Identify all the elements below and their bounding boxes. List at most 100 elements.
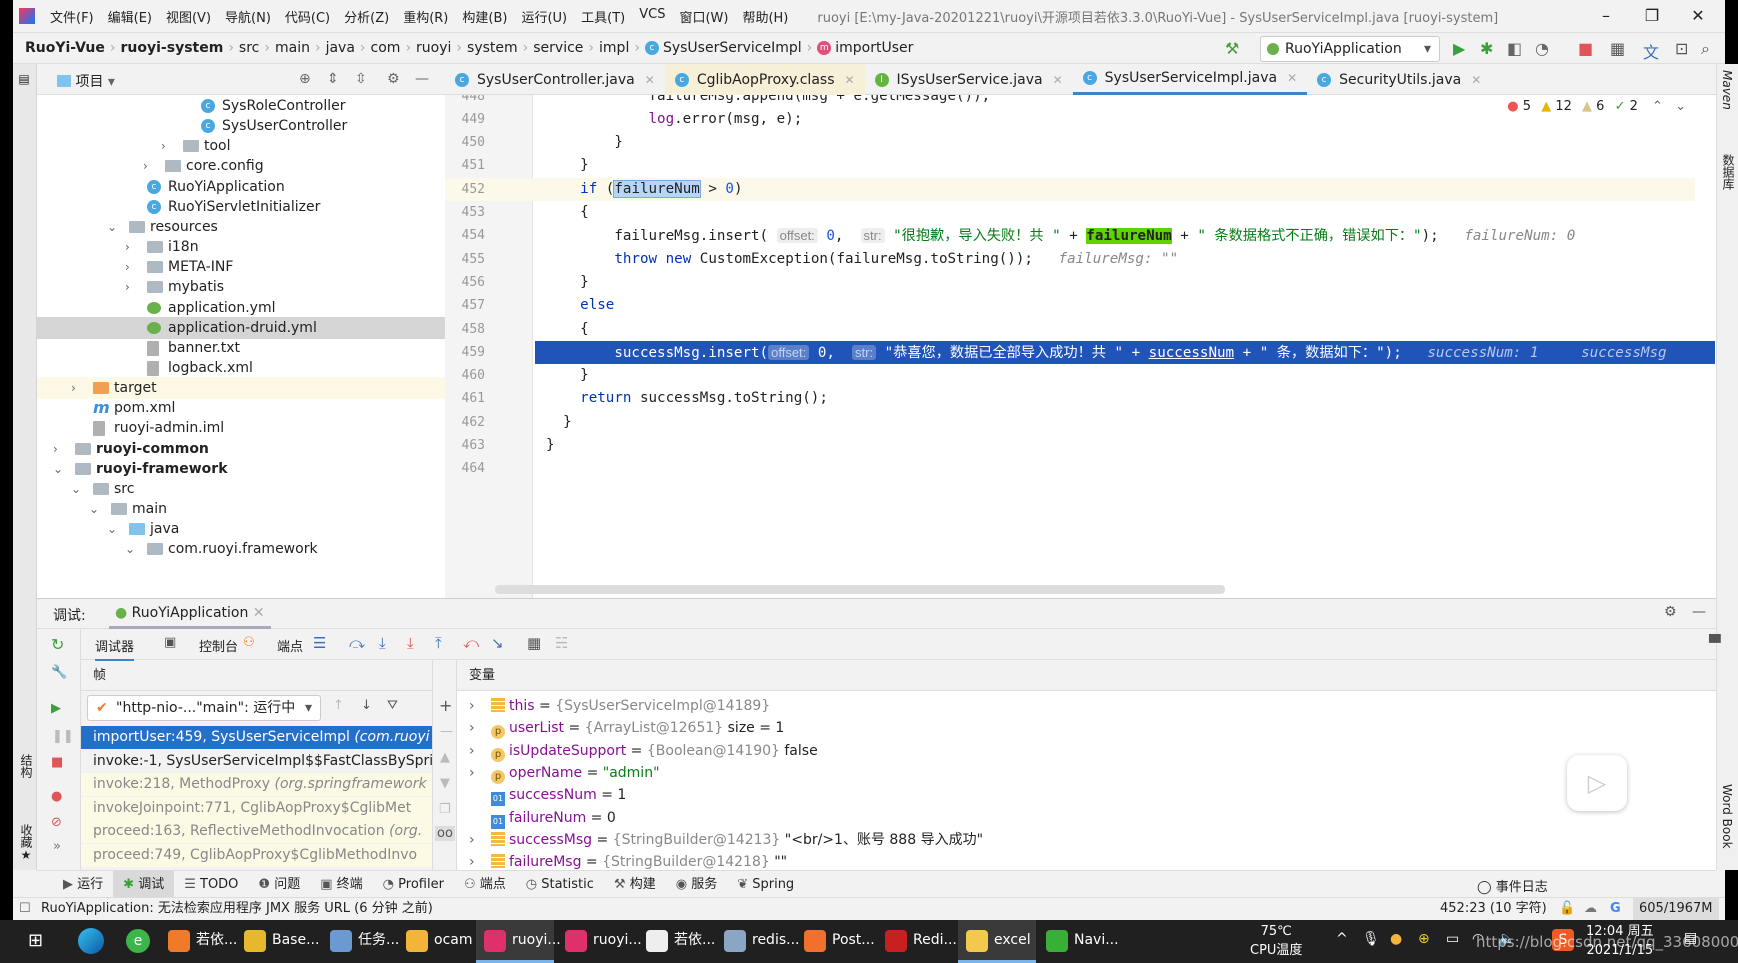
expand-all-icon[interactable]: ⇕ (327, 71, 339, 87)
google-translate-icon[interactable]: G (1610, 898, 1621, 920)
toolwindow-services[interactable]: ◉ 服务 (666, 871, 728, 898)
menu-item[interactable]: 窗口(W) (672, 7, 735, 26)
taskbar-item[interactable]: 若依... (638, 920, 716, 963)
chevron-right-icon[interactable]: › (143, 155, 148, 177)
expand-arrow-icon[interactable]: › (469, 762, 491, 784)
taskbar-item[interactable]: Base... (236, 920, 319, 963)
line-number[interactable]: 450 (445, 131, 485, 154)
chevron-right-icon[interactable]: › (125, 236, 130, 258)
drop-frame-icon[interactable]: ⤺ (463, 634, 479, 652)
tab-endpoints[interactable]: 端点 (277, 636, 303, 655)
force-step-into-icon[interactable]: ⤓ (407, 634, 414, 652)
code-editor[interactable]: 448 failureMsg.append(msg + e.getMessage… (445, 95, 1716, 598)
line-number[interactable]: 457 (445, 294, 485, 317)
breadcrumb-item[interactable]: ruoyi-system (121, 40, 224, 56)
line-number[interactable]: 464 (445, 457, 485, 480)
toolwindow-todo[interactable]: ☰ TODO (174, 871, 248, 898)
gear-icon[interactable]: ⚙ (1664, 604, 1677, 620)
breadcrumb-item[interactable]: m importUser (817, 40, 913, 56)
tree-item[interactable]: ⌄ java (37, 518, 445, 540)
toolwindow-terminal[interactable]: ▣ 终端 (310, 871, 372, 898)
battery-icon[interactable]: ▭ (1446, 931, 1459, 947)
line-number[interactable]: 449 (445, 108, 485, 131)
hide-panel-icon[interactable]: — (415, 71, 429, 87)
lock-icon[interactable]: 🔓 (1559, 898, 1575, 920)
event-log-button[interactable]: ◯ 事件日志 (1477, 876, 1548, 895)
status-message[interactable]: RuoYiApplication: 无法检索应用程序 JMX 服务 URL (6… (41, 898, 433, 920)
build-hammer-icon[interactable]: ⚒ (1225, 39, 1239, 58)
toolwindow-build[interactable]: ⚒ 构建 (604, 871, 666, 898)
taskbar-item[interactable]: Redi... (877, 920, 957, 963)
menu-item[interactable]: 代码(C) (278, 7, 337, 26)
tree-item[interactable]: › mybatis (37, 276, 445, 298)
toolwindow-problems[interactable]: ❶ 问题 (248, 871, 310, 898)
menu-item[interactable]: 帮助(H) (735, 7, 795, 26)
step-out-icon[interactable]: ⤒ (435, 634, 442, 652)
restore-layout-icon[interactable]: ▀ (1709, 634, 1721, 652)
close-tab-icon[interactable]: ✕ (1287, 63, 1297, 93)
database-tool-button[interactable]: 数据库 (1720, 154, 1737, 190)
expand-arrow-icon[interactable]: › (469, 695, 491, 717)
tree-item[interactable]: banner.txt (37, 337, 445, 359)
chevron-right-icon[interactable]: › (71, 377, 76, 399)
toolwindow-profiler[interactable]: ◔ Profiler (373, 871, 454, 898)
minimize-button[interactable]: – (1583, 0, 1629, 32)
line-number[interactable]: 455 (445, 248, 485, 271)
memory-indicator[interactable]: 605/1967M (1633, 898, 1719, 920)
menu-item[interactable]: 重构(R) (396, 7, 455, 26)
variable-row[interactable]: › p userList = {ArrayList@12651} size = 1 (469, 717, 784, 740)
inspection-widget[interactable]: ● 5 ▲ 12 ▲ 6 ✓ 2 ⌃ ⌄ (1507, 99, 1686, 114)
structure-tool-icon[interactable]: 结构 (18, 754, 35, 778)
editor-tab[interactable]: c SysUserServiceImpl.java ✕ (1072, 63, 1308, 95)
breadcrumb-item[interactable]: ruoyi (416, 40, 451, 56)
edge-icon[interactable] (78, 928, 104, 954)
breadcrumb-item[interactable]: com (371, 40, 401, 56)
line-number[interactable]: 453 (445, 201, 485, 224)
copy-icon[interactable]: ❐ (439, 802, 451, 817)
menu-item[interactable]: 分析(Z) (337, 7, 396, 26)
tree-item[interactable]: ⌄ main (37, 498, 445, 520)
stack-frame[interactable]: proceed:163, ReflectiveMethodInvocation … (81, 820, 432, 843)
line-number[interactable]: 460 (445, 364, 485, 387)
variable-row[interactable]: › successMsg = {StringBuilder@14213} "<br… (469, 829, 983, 851)
stack-frame[interactable]: invoke:218, MethodProxy (org.springframe… (81, 773, 432, 796)
line-number[interactable]: 456 (445, 271, 485, 294)
layout-icon[interactable]: ☰ (313, 634, 326, 652)
horizontal-scrollbar[interactable] (495, 585, 1225, 594)
project-structure-icon[interactable]: ▦ (1610, 39, 1625, 58)
favorites-star-icon[interactable]: 收藏★ (18, 824, 35, 862)
terminal-icon[interactable]: ⊡ (1675, 39, 1688, 58)
tree-item[interactable]: c RuoYiServletInitializer (37, 196, 445, 218)
tree-item[interactable]: c SysUserController (37, 115, 445, 137)
taskbar-item[interactable]: redis... (716, 920, 799, 963)
rerun-icon[interactable]: ↻ (51, 635, 64, 654)
breadcrumb-item[interactable]: main (275, 40, 310, 56)
breadcrumb-item[interactable]: system (467, 40, 518, 56)
tree-item[interactable]: ⌄ resources (37, 216, 445, 238)
video-player-float-icon[interactable]: ▷ (1567, 755, 1627, 811)
run-config-dropdown[interactable]: RuoYiApplication ▾ (1260, 36, 1440, 62)
chevron-right-icon[interactable]: › (125, 276, 130, 298)
tree-item[interactable]: › META-INF (37, 256, 445, 278)
chevron-down-icon[interactable]: ⌄ (71, 478, 81, 500)
stop-icon[interactable]: ■ (1578, 39, 1593, 58)
close-tab-icon[interactable]: ✕ (1471, 65, 1481, 95)
run-icon[interactable]: ▶ (1453, 39, 1465, 58)
tree-item[interactable]: ⌄ com.ruoyi.framework (37, 538, 445, 560)
wrench-icon[interactable]: 🔧 (51, 665, 67, 680)
stack-frame[interactable]: invokeJoinpoint:771, CglibAopProxy$Cglib… (81, 796, 432, 820)
taskbar-item[interactable]: excel (958, 920, 1036, 963)
menu-item[interactable]: VCS (632, 7, 672, 26)
toolwindow-debug[interactable]: ✱ 调试 (113, 870, 175, 898)
line-number[interactable]: 461 (445, 387, 485, 410)
toolwindow-statistic[interactable]: ◷ Statistic (516, 871, 604, 898)
close-button[interactable]: ✕ (1675, 0, 1721, 32)
chevron-down-icon[interactable]: ⌄ (107, 216, 117, 238)
evaluate-icon[interactable]: ▦ (527, 634, 541, 652)
taskbar-item[interactable]: ruoyi... (557, 920, 642, 963)
tree-item[interactable]: ruoyi-admin.iml (37, 417, 445, 439)
hide-panel-icon[interactable]: — (1692, 604, 1706, 620)
line-number[interactable]: 459 (445, 341, 485, 364)
maximize-button[interactable]: ❐ (1629, 0, 1675, 32)
maven-tool-button[interactable]: Maven (1720, 70, 1734, 110)
